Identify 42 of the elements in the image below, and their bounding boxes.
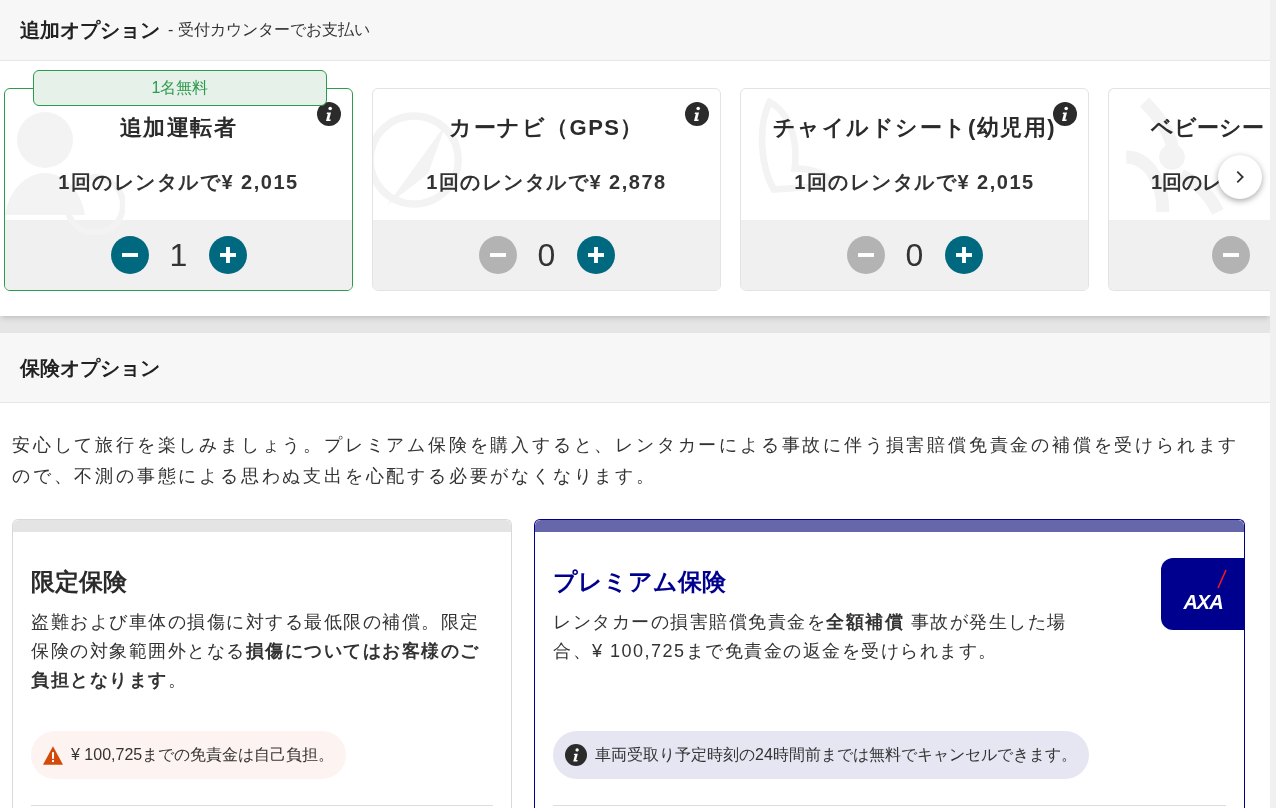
plus-button[interactable] xyxy=(208,236,247,274)
insurance-card[interactable]: AXA プレミアム保険 レンタカーの損害賠償免責金を全額補償 事故が発生した場合、¥ 100,725まで免責金の返金を受けられます。 車両受取り予定時刻の24時間前までは無料でキャンセルできます。 xyxy=(534,519,1245,808)
insurance-card[interactable]: 限定保険 盗難および車体の損傷に対する最低限の補償。限定保険の対象範囲外となる損傷についてはお客様のご負担となります。 ¥ 100,725までの免責金は自己負担。 xyxy=(12,519,512,808)
info-icon xyxy=(565,744,587,766)
section-title: 追加オプション xyxy=(20,18,160,43)
option-title: ベビーシー xyxy=(1151,114,1264,142)
option-title: チャイルドシート(幼児用) xyxy=(772,114,1057,142)
insurance-intro: 安心して旅行を楽しみましょう。プレミアム保険を購入すると、レンタカーによる事故に伴う損害賠償免責金の補償を受けられますので、不測の事態による思わぬ支出を心配する必要がなくなります。 xyxy=(11,434,1241,488)
option-price: 1回のレンタルで¥ 2,878 xyxy=(426,170,667,195)
plan-note: ¥ 100,725までの免責金は自己負担。 xyxy=(31,731,347,779)
plan-description: 盗難および車体の損傷に対する最低限の補償。限定保険の対象範囲外となる損傷についてはお客様のご負担となります。 xyxy=(31,611,481,692)
minus-icon xyxy=(857,253,874,257)
plan-description: レンタカーの損害賠償免責金を全額補償 事故が発生した場合、¥ 100,725まで免責金の返金を受けられます。 xyxy=(553,611,1068,663)
minus-icon xyxy=(1223,253,1239,257)
quantity: 0 xyxy=(904,236,925,275)
minus-icon xyxy=(121,253,138,257)
info-icon xyxy=(685,102,709,126)
plus-icon xyxy=(587,247,604,263)
quantity: 0 xyxy=(536,236,557,275)
option-price: 1回のレンタルで¥ 2,015 xyxy=(794,170,1035,195)
option-price: 1回のレ xyxy=(1151,170,1223,195)
insurer-logo: AXA xyxy=(1161,558,1245,630)
minus-icon xyxy=(489,253,506,257)
plan-note: 車両受取り予定時刻の24時間前までは無料でキャンセルできます。 xyxy=(553,731,1089,779)
warning-icon xyxy=(43,745,63,765)
section-subtitle: - 受付カウンターでお支払い xyxy=(168,20,370,40)
plan-title: プレミアム保険 xyxy=(553,567,727,597)
plus-button[interactable] xyxy=(576,236,615,274)
plan-title: 限定保険 xyxy=(31,567,128,597)
scrollbar[interactable] xyxy=(1270,0,1276,808)
quantity: 1 xyxy=(168,236,189,275)
minus-button[interactable] xyxy=(110,236,149,274)
option-price: 1回のレンタルで¥ 2,015 xyxy=(58,170,299,195)
option-title: 追加運転者 xyxy=(119,114,238,142)
section-title: 保険オプション xyxy=(20,355,160,381)
plus-button[interactable] xyxy=(944,236,983,274)
info-icon xyxy=(317,102,341,126)
plus-icon xyxy=(219,247,236,263)
free-badge: 1名無料 xyxy=(33,70,327,106)
option-title: カーナビ（GPS） xyxy=(449,114,644,142)
info-icon xyxy=(1053,102,1077,126)
plus-icon xyxy=(955,247,972,263)
